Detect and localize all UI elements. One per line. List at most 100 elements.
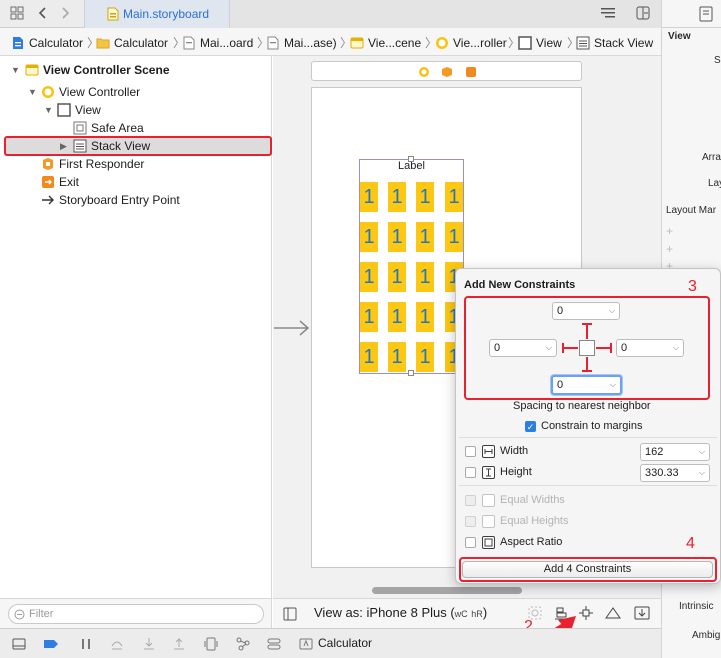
breadcrumb-item[interactable]: Calculator	[96, 35, 168, 51]
outline-item-view-controller-scene[interactable]: ▼ View Controller Scene	[0, 61, 272, 79]
scene-icon	[350, 37, 364, 49]
leading-strut[interactable]	[562, 347, 578, 349]
view-hierarchy-icon[interactable]	[204, 637, 218, 651]
stack-cell[interactable]: 1	[360, 222, 378, 252]
outline-item-stack-view[interactable]: ▶ Stack View	[0, 137, 272, 155]
environment-icon[interactable]	[267, 637, 281, 651]
first-responder-icon	[43, 158, 53, 170]
pause-icon[interactable]	[79, 637, 93, 651]
outline-item-exit[interactable]: Exit	[0, 173, 272, 191]
height-checkbox[interactable]	[465, 467, 476, 478]
width-field[interactable]: 162 ⌵	[640, 443, 710, 461]
chevron-down-icon: ⌵	[608, 306, 615, 315]
view-as-device[interactable]: View as: iPhone 8 Plus (wC hR)	[314, 598, 487, 628]
breadcrumb-item[interactable]: Mai...ase)	[266, 35, 337, 51]
add-icon[interactable]: +	[666, 224, 673, 238]
scheme-label[interactable]: Calculator	[318, 636, 372, 650]
tab-main-storyboard[interactable]: Main.storyboard	[84, 0, 230, 28]
view-controller-icon	[42, 86, 54, 98]
stack-cell[interactable]: 1	[445, 222, 463, 252]
step-over-icon[interactable]	[110, 637, 124, 651]
filter-input[interactable]: Filter	[8, 604, 264, 624]
disclosure-open-icon[interactable]: ▼	[44, 101, 54, 119]
breadcrumb-item[interactable]: Mai...oard	[182, 35, 253, 51]
stack-cell[interactable]: 1	[445, 182, 463, 212]
forward-icon[interactable]	[58, 6, 74, 22]
add-icon[interactable]: +	[666, 242, 673, 256]
stack-cell[interactable]: 1	[416, 182, 434, 212]
outline-item-first-responder[interactable]: First Responder	[0, 155, 272, 173]
width-checkbox[interactable]	[465, 446, 476, 457]
stack-cell[interactable]: 1	[388, 182, 406, 212]
horizontal-scrollbar[interactable]	[372, 587, 522, 594]
outline-item-storyboard-entry-point[interactable]: Storyboard Entry Point	[0, 191, 272, 209]
resize-handle[interactable]	[408, 156, 414, 162]
top-spacing-field[interactable]: 0 ⌵	[552, 302, 620, 320]
embed-icon[interactable]	[634, 605, 650, 621]
divider	[459, 485, 717, 486]
breadcrumb-item[interactable]: Calculator	[11, 35, 83, 51]
first-responder-icon[interactable]	[441, 66, 453, 78]
stack-cell[interactable]: 1	[360, 182, 378, 212]
back-icon[interactable]	[36, 6, 52, 22]
stack-cell[interactable]: 1	[416, 302, 434, 332]
stack-cell[interactable]: 1	[388, 302, 406, 332]
stack-cell[interactable]: 1	[416, 262, 434, 292]
stack-cell[interactable]: 1	[388, 342, 406, 372]
stack-cell[interactable]: 1	[360, 302, 378, 332]
tab-spacer	[230, 0, 661, 28]
breadcrumb-item[interactable]: Vie...roller	[435, 35, 507, 51]
disclosure-closed-icon[interactable]: ▶	[60, 137, 70, 155]
outline-item-view-controller[interactable]: ▼ View Controller	[0, 83, 272, 101]
leading-spacing-field[interactable]: 0 ⌵	[489, 339, 557, 357]
equal-heights-checkbox[interactable]	[465, 516, 476, 527]
resolve-icon[interactable]	[604, 605, 622, 621]
location-icon[interactable]	[299, 637, 313, 651]
disclosure-open-icon[interactable]: ▼	[11, 61, 21, 79]
divider	[459, 437, 717, 438]
outline-item-label: View Controller	[59, 85, 141, 99]
view-controller-icon[interactable]	[418, 66, 430, 78]
exit-icon[interactable]	[465, 66, 477, 78]
outline-item-view[interactable]: ▼ View	[0, 101, 272, 119]
grid-icon[interactable]	[10, 6, 26, 22]
top-strut[interactable]	[586, 323, 588, 339]
stack-cell[interactable]: 1	[360, 342, 378, 372]
inspector-icon[interactable]	[698, 6, 714, 22]
debug-bar: Calculator	[0, 628, 661, 658]
trailing-spacing-field[interactable]: 0 ⌵	[616, 339, 684, 357]
width-icon	[482, 445, 495, 458]
outline-item-safe-area[interactable]: Safe Area	[0, 119, 272, 137]
inspector-label: Arra	[702, 152, 721, 163]
step-in-icon[interactable]	[142, 637, 156, 651]
aspect-ratio-checkbox[interactable]	[465, 537, 476, 548]
constrain-margins-checkbox[interactable]: ✓	[525, 421, 536, 432]
breadcrumb-item[interactable]: Vie...cene	[350, 35, 421, 51]
bottom-spacing-field[interactable]: 0 ⌵	[551, 375, 622, 395]
stack-view-icon	[73, 139, 87, 153]
outline-toggle-icon[interactable]	[283, 607, 297, 621]
add-constraints-button[interactable]: Add 4 Constraints	[462, 561, 713, 578]
hide-debug-icon[interactable]	[12, 637, 26, 651]
resize-handle[interactable]	[408, 370, 414, 376]
stack-cell[interactable]: 1	[388, 262, 406, 292]
equal-heights-label: Equal Heights	[500, 515, 569, 527]
stack-cell[interactable]: 1	[416, 222, 434, 252]
stack-cell[interactable]: 1	[360, 262, 378, 292]
safe-area-icon	[73, 121, 87, 135]
disclosure-open-icon[interactable]: ▼	[28, 83, 38, 101]
breadcrumb-item[interactable]: View	[518, 35, 562, 51]
memory-graph-icon[interactable]	[236, 637, 250, 651]
stack-cell[interactable]: 1	[388, 222, 406, 252]
storyboard-file-icon	[183, 36, 195, 50]
view-icon	[518, 36, 532, 50]
breakpoints-icon[interactable]	[43, 637, 58, 651]
add-editor-icon[interactable]	[636, 6, 652, 22]
equal-widths-checkbox[interactable]	[465, 495, 476, 506]
height-field[interactable]: 330.33 ⌵	[640, 464, 710, 482]
step-out-icon[interactable]	[172, 637, 186, 651]
breadcrumb-item[interactable]: Stack View	[576, 35, 653, 51]
lines-icon[interactable]	[600, 6, 616, 22]
project-file-icon	[13, 37, 23, 49]
stack-cell[interactable]: 1	[416, 342, 434, 372]
